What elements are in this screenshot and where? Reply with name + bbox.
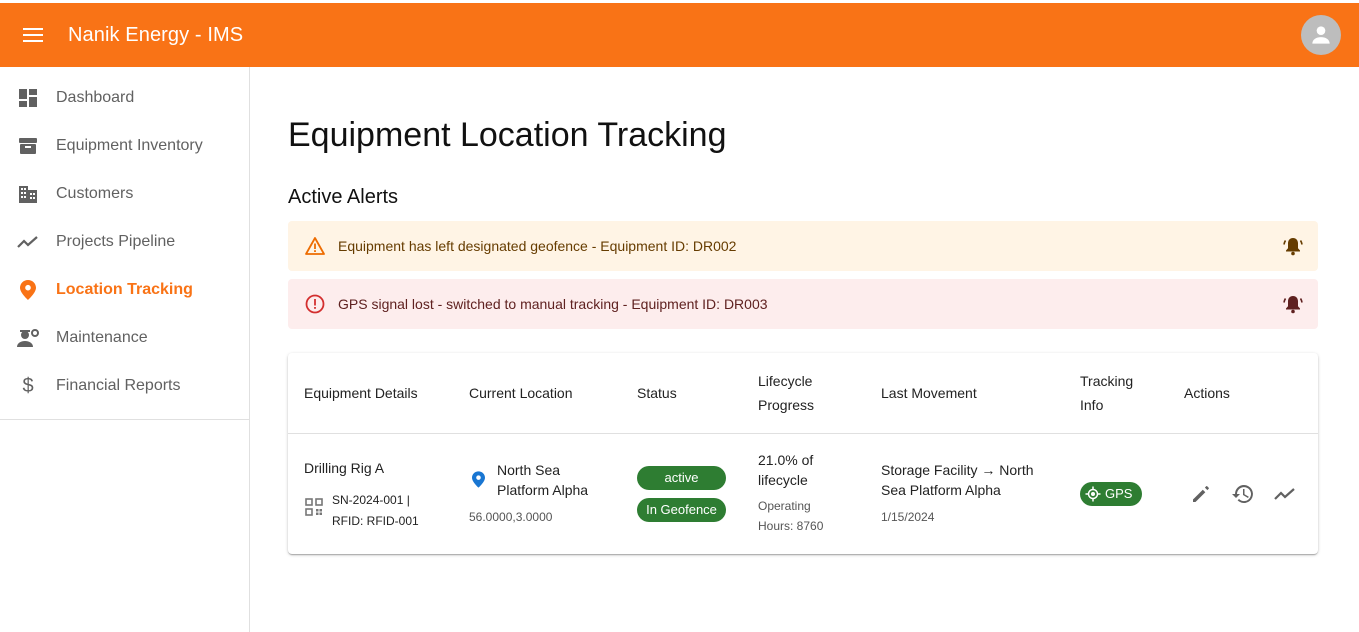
- header-lifecycle-line-1: Lifecycle: [758, 373, 813, 389]
- header-tracking-line-2: Info: [1080, 397, 1104, 413]
- geofence-badge: In Geofence: [637, 498, 726, 522]
- sidebar-item-dashboard[interactable]: Dashboard: [0, 74, 249, 122]
- sidebar-item-label: Location Tracking: [56, 281, 193, 298]
- hours-line-1: Operating: [758, 499, 811, 513]
- sidebar-item-equipment-inventory[interactable]: Equipment Inventory: [0, 122, 249, 170]
- qr-code-icon: [305, 498, 325, 518]
- lifecycle-line-2: lifecycle: [758, 472, 808, 488]
- error-outline-icon: [304, 293, 326, 315]
- sidebar-item-label: Dashboard: [56, 89, 135, 106]
- trending-icon: [1274, 488, 1295, 500]
- app-bar: Nanik Energy - IMS: [0, 3, 1359, 67]
- gps-fixed-icon: [1085, 486, 1101, 502]
- last-movement: Storage Facility → North Sea Platform Al…: [881, 460, 1034, 500]
- edit-button[interactable]: [1187, 480, 1215, 508]
- equipment-table: Equipment Details Current Location Statu…: [288, 353, 1318, 554]
- sidebar-item-projects-pipeline[interactable]: Projects Pipeline: [0, 218, 249, 266]
- person-icon: [1312, 26, 1330, 44]
- sidebar-item-label: Customers: [56, 185, 134, 202]
- geofence-chip: In Geofence: [637, 498, 726, 522]
- sidebar-item-customers[interactable]: Customers: [0, 170, 249, 218]
- engineering-icon: [17, 327, 39, 349]
- table-row: Drilling Rig A SN-2024-001 | RFID: RFID-…: [288, 434, 1318, 554]
- header-equipment-details: Equipment Details: [304, 385, 418, 401]
- header-tracking-line-1: Tracking: [1080, 373, 1134, 389]
- current-location: North Sea Platform Alpha: [497, 460, 588, 500]
- alert-warning: Equipment has left designated geofence -…: [288, 221, 1318, 271]
- header-current-location: Current Location: [469, 385, 573, 401]
- inventory-icon: [17, 135, 39, 157]
- menu-icon[interactable]: [22, 24, 44, 46]
- movement-line-2: Sea Platform Alpha: [881, 482, 1001, 498]
- rfid: RFID: RFID-001: [332, 514, 419, 528]
- location-line-1: North Sea: [497, 462, 561, 478]
- movement-date: 1/15/2024: [881, 510, 935, 524]
- header-lifecycle: Lifecycle Progress: [758, 369, 814, 417]
- history-icon: [1232, 485, 1253, 503]
- sidebar-item-label: Financial Reports: [56, 377, 181, 394]
- sidebar-item-location-tracking[interactable]: Location Tracking: [0, 266, 249, 314]
- alert-error: GPS signal lost - switched to manual tra…: [288, 279, 1318, 329]
- app-title: Nanik Energy - IMS: [68, 23, 244, 46]
- bell-ring-icon[interactable]: [1282, 235, 1304, 257]
- sidebar-item-label: Maintenance: [56, 329, 148, 346]
- lifecycle-line-1: 21.0% of: [758, 452, 814, 468]
- equipment-name: Drilling Rig A: [304, 460, 385, 476]
- tracking-label: GPS: [1105, 486, 1133, 501]
- trending-icon: [17, 231, 39, 253]
- lifecycle-progress: 21.0% of lifecycle: [758, 450, 813, 490]
- trends-button[interactable]: [1271, 480, 1299, 508]
- dollar-icon: $: [22, 374, 34, 397]
- edit-icon: [1193, 486, 1209, 502]
- header-actions: Actions: [1184, 385, 1230, 401]
- location-line-2: Platform Alpha: [497, 482, 589, 498]
- alert-text: Equipment has left designated geofence -…: [338, 238, 737, 254]
- serial-number: SN-2024-001 |: [332, 493, 410, 507]
- sidebar-item-financial-reports[interactable]: $ Financial Reports: [0, 362, 249, 410]
- alert-text: GPS signal lost - switched to manual tra…: [338, 296, 768, 312]
- sidebar-item-maintenance[interactable]: Maintenance: [0, 314, 249, 362]
- operating-hours: Operating Hours: 8760: [758, 496, 823, 536]
- status-chip-active: active: [637, 466, 726, 490]
- alerts-section-title: Active Alerts: [288, 186, 399, 208]
- tracking-badge: GPS: [1080, 482, 1142, 506]
- warning-icon: [304, 235, 326, 257]
- user-avatar[interactable]: [1301, 15, 1341, 55]
- sidebar: Dashboard Equipment Inventory Customers …: [0, 67, 250, 632]
- hours-line-2: Hours: 8760: [758, 519, 824, 533]
- sidebar-item-label: Projects Pipeline: [56, 233, 176, 250]
- location-pin-icon: [472, 471, 485, 491]
- nav-list: Dashboard Equipment Inventory Customers …: [0, 67, 249, 420]
- status-badge: active: [637, 466, 726, 490]
- header-tracking-info: Tracking Info: [1080, 369, 1133, 417]
- history-button[interactable]: [1229, 480, 1257, 508]
- header-status: Status: [637, 385, 677, 401]
- movement-line-1: Storage Facility → North: [881, 462, 1034, 478]
- sidebar-item-label: Equipment Inventory: [56, 137, 203, 154]
- location-pin-icon: [17, 279, 39, 301]
- building-icon: [17, 183, 39, 205]
- coordinates: 56.0000,3.0000: [469, 510, 553, 524]
- header-last-movement: Last Movement: [881, 385, 977, 401]
- page-title: Equipment Location Tracking: [288, 116, 727, 154]
- header-lifecycle-line-2: Progress: [758, 397, 815, 413]
- table-header: Equipment Details Current Location Statu…: [288, 353, 1318, 434]
- gps-chip: GPS: [1080, 482, 1142, 506]
- bell-ring-icon[interactable]: [1282, 293, 1304, 315]
- dashboard-icon: [17, 87, 39, 109]
- equipment-identifiers: SN-2024-001 | RFID: RFID-001: [332, 490, 419, 532]
